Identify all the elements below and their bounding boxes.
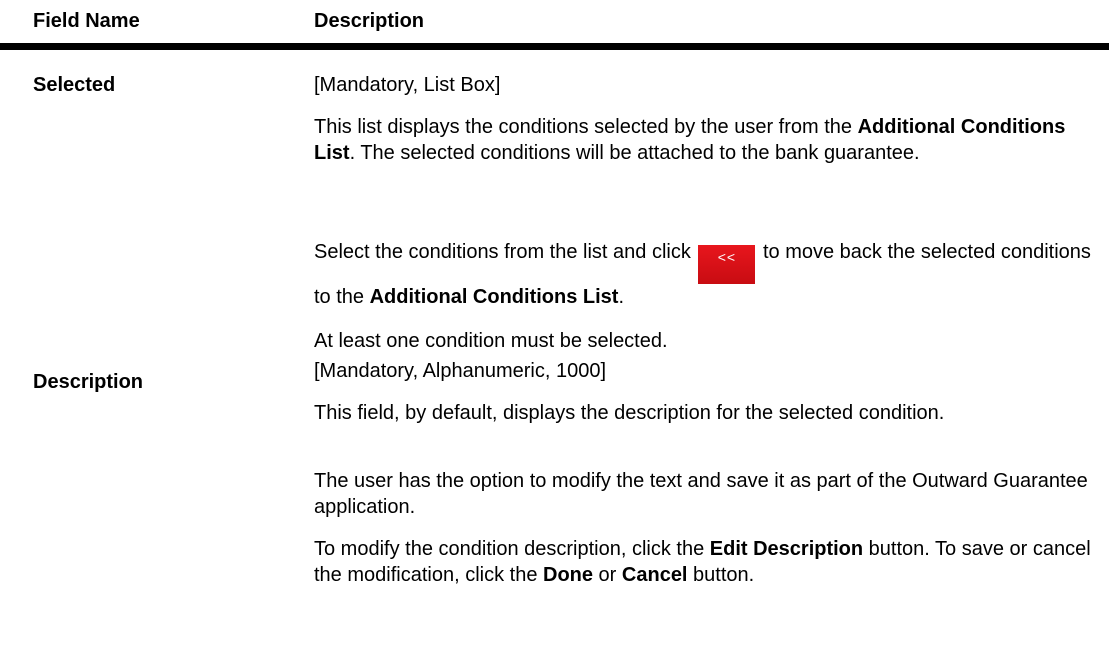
field-name-selected: Selected (33, 74, 116, 96)
bold-text: Additional Conditions List (369, 286, 619, 308)
selected-note: At least one condition must be selected. (314, 330, 668, 352)
text: . The selected conditions will be attach… (349, 142, 920, 164)
description-default-para: This field, by default, displays the des… (314, 402, 945, 424)
bold-text: Edit Description (709, 538, 864, 560)
header-field-name: Field Name (33, 10, 140, 32)
description-type: [Mandatory, Alphanumeric, 1000] (314, 360, 607, 382)
header-description: Description (314, 10, 425, 32)
description-modify-para: The user has the option to modify the te… (314, 470, 1088, 518)
text: This list displays the conditions select… (314, 116, 858, 138)
text: or (593, 564, 622, 586)
move-back-icon: << (698, 245, 756, 284)
header-rule (0, 43, 1109, 50)
description-edit-para: To modify the condition description, cli… (314, 536, 1094, 588)
text: Select the conditions from the list and … (314, 241, 697, 263)
field-name-description: Description (33, 371, 144, 393)
text: . (618, 286, 625, 308)
table-header: Field Name Description (0, 0, 1109, 56)
selected-type: [Mandatory, List Box] (314, 74, 501, 96)
selected-desc-para: This list displays the conditions select… (314, 114, 1094, 166)
bold-text: Done (543, 564, 593, 586)
text: button. (687, 564, 755, 586)
bold-text: Cancel (621, 564, 688, 586)
selected-action-para: Select the conditions from the list and … (314, 239, 1094, 310)
text: To modify the condition description, cli… (314, 538, 710, 560)
